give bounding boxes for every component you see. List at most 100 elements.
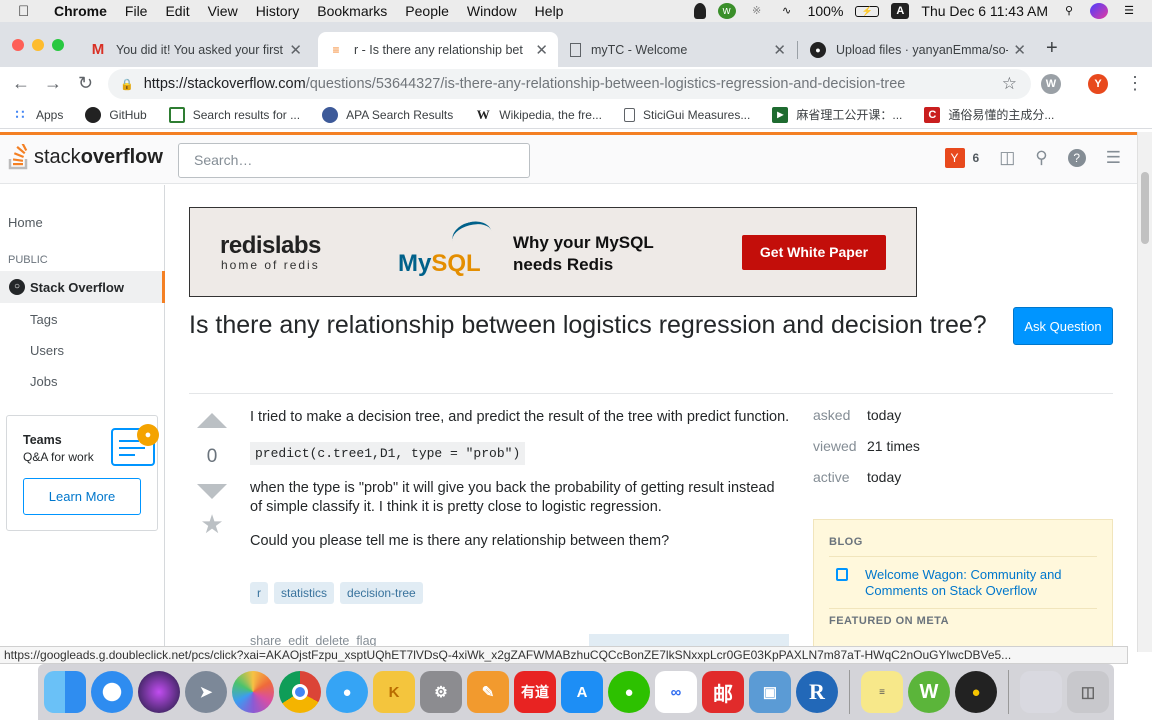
so-search-input[interactable]: Search… [178,143,530,178]
nav-tags[interactable]: Tags [30,312,57,327]
apple-menu-icon[interactable]:  [18,3,40,20]
so-logo[interactable]: stack overflow [8,141,163,170]
bookmark-star-icon[interactable]: ☆ [1002,74,1017,94]
window-close-button[interactable] [12,39,24,51]
forward-icon[interactable]: → [44,73,62,94]
site-switcher-icon[interactable]: ☰ [1106,148,1121,168]
user-avatar[interactable]: Y [944,148,965,168]
question-title[interactable]: Is there any relationship between logist… [189,308,989,343]
downvote-arrow-icon[interactable] [197,484,227,499]
ad-banner[interactable]: redislabs home of redis MySQL Why your M… [189,207,917,297]
youdao-icon[interactable]: 有道 [514,671,556,713]
reputation-count[interactable]: 6 [973,151,980,165]
tag-r[interactable]: r [250,582,268,604]
system-preferences-icon[interactable]: ⚙ [420,671,462,713]
menu-people[interactable]: People [405,3,449,19]
menu-file[interactable]: File [125,3,148,19]
scrollbar-thumb[interactable] [1141,172,1149,244]
address-bar[interactable]: 🔒 https://stackoverflow.com/questions/53… [108,69,1031,99]
window-minimize-button[interactable] [32,39,44,51]
input-source-icon[interactable]: A [891,3,910,19]
tab-mytc[interactable]: myTC - Welcome ✕ [560,32,796,67]
nav-users[interactable]: Users [30,343,64,358]
reload-icon[interactable]: ↻ [78,73,93,94]
menu-bookmarks[interactable]: Bookmarks [317,3,387,19]
app-store-icon[interactable]: A [561,671,603,713]
help-icon[interactable]: ? [1067,149,1086,167]
tag-decision-tree[interactable]: decision-tree [340,582,423,604]
menu-edit[interactable]: Edit [165,3,189,19]
wechat-icon[interactable]: ● [608,671,650,713]
favorite-star-icon[interactable]: ★ [196,509,228,540]
extension-icon[interactable]: W [1041,74,1061,94]
finder-icon[interactable] [44,671,86,713]
chrome-icon[interactable] [279,671,321,713]
pages-icon[interactable]: ✎ [467,671,509,713]
nav-jobs[interactable]: Jobs [30,374,57,389]
keka-icon[interactable]: K [373,671,415,713]
tab-gmail[interactable]: M You did it! You asked your first ✕ [80,32,312,67]
wifi-icon[interactable]: ∿ [778,3,796,19]
siri-icon[interactable] [138,671,180,713]
preview-icon[interactable]: ▣ [749,671,791,713]
stat-value[interactable]: today [867,469,901,500]
close-tab-icon[interactable]: ✕ [289,41,302,59]
lock-icon[interactable]: 🔒 [120,78,134,91]
close-tab-icon[interactable]: ✕ [1013,41,1026,59]
baidu-netdisk-icon[interactable]: ∞ [655,671,697,713]
bookmark-search-results[interactable]: Search results for ... [168,106,300,123]
mail-icon[interactable]: 邮 [702,671,744,713]
ask-question-button[interactable]: Ask Question [1013,307,1113,345]
trash-icon[interactable]: ◫ [1067,671,1109,713]
safari-icon[interactable] [91,671,133,713]
upvote-arrow-icon[interactable] [197,413,227,428]
chrome-menu-icon[interactable]: ⋮ [1126,73,1144,94]
nav-home[interactable]: Home [8,215,43,230]
menu-help[interactable]: Help [535,3,564,19]
profile-avatar[interactable]: Y [1088,74,1108,94]
inbox-icon[interactable]: ◫ [999,148,1015,168]
notification-icon[interactable] [693,3,706,19]
menu-view[interactable]: View [208,3,238,19]
qq-icon[interactable]: ● [955,671,997,713]
messages-icon[interactable]: ● [326,671,368,713]
bookmark-csdn[interactable]: C 通俗易懂的主成分... [924,106,1054,123]
bookmark-sticigui[interactable]: SticiGui Measures... [623,107,750,122]
stickies-icon[interactable]: ≡ [861,671,903,713]
learn-more-button[interactable]: Learn More [23,478,141,515]
photos-icon[interactable] [232,671,274,713]
bookmark-apa[interactable]: APA Search Results [322,106,453,123]
spotlight-search-icon[interactable]: ⚲ [1060,3,1078,19]
notification-center-icon[interactable]: ☰ [1120,3,1138,19]
document-icon[interactable] [1020,671,1062,713]
battery-percent[interactable]: 100% [808,3,844,19]
back-icon[interactable]: ← [12,73,30,94]
page-scrollbar[interactable] [1137,132,1152,652]
bluetooth-icon[interactable]: ※ [748,3,766,19]
tab-stackoverflow[interactable]: ≡ r - Is there any relationship bet ✕ [318,32,558,67]
window-zoom-button[interactable] [52,39,64,51]
nav-stack-overflow[interactable]: ○ Stack Overflow [0,271,165,303]
tab-github[interactable]: ● Upload files · yanyanEmma/so- ✕ [800,32,1036,67]
tag-statistics[interactable]: statistics [274,582,335,604]
achievements-trophy-icon[interactable]: ⚲ [1035,148,1047,168]
get-white-paper-button[interactable]: Get White Paper [742,235,886,270]
new-tab-icon[interactable]: + [1046,37,1058,60]
blog-link[interactable]: Welcome Wagon: Community and Comments on… [865,567,1095,599]
bookmark-wikipedia[interactable]: W Wikipedia, the fre... [475,107,602,123]
battery-icon[interactable]: ⚡ [855,5,880,17]
r-icon[interactable]: R [796,671,838,713]
wps-status-icon[interactable]: w [717,3,736,19]
wps-icon[interactable]: W [908,671,950,713]
menu-window[interactable]: Window [467,3,517,19]
bookmark-github[interactable]: GitHub [85,106,147,123]
menu-history[interactable]: History [256,3,300,19]
menu-app-name[interactable]: Chrome [54,3,107,19]
bookmark-mit[interactable]: ▶ 麻省理工公开课：... [772,106,902,123]
close-tab-icon[interactable]: ✕ [773,41,786,59]
stat-value[interactable]: today [867,407,901,438]
launchpad-icon[interactable]: ➤ [185,671,227,713]
siri-icon[interactable] [1090,3,1108,19]
menubar-clock[interactable]: Thu Dec 6 11:43 AM [921,3,1048,19]
close-tab-icon[interactable]: ✕ [535,41,548,59]
